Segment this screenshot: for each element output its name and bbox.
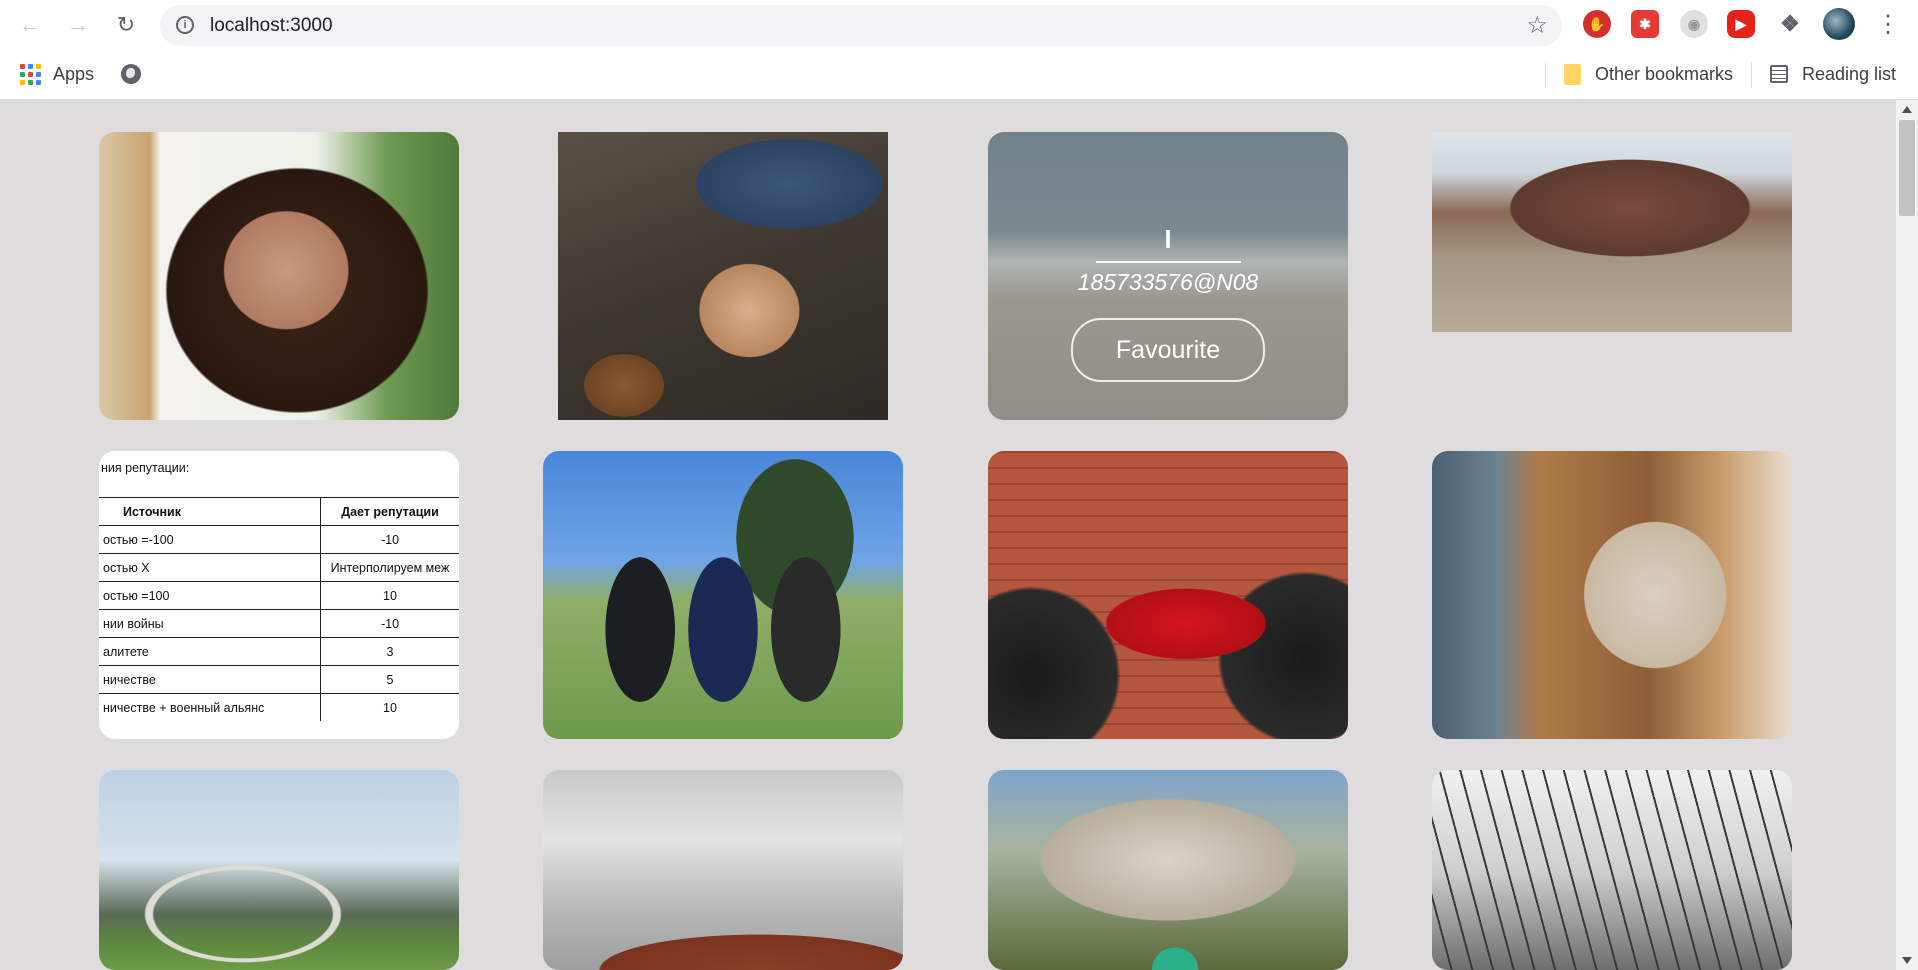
bookmarks-divider [1545,62,1546,88]
arrow-left-icon: ← [19,12,41,37]
scroll-down-icon[interactable] [1902,957,1912,964]
table-cell: 3 [320,637,459,666]
page-scrollbar[interactable] [1896,100,1918,970]
table-cell: ничестве [99,665,321,694]
title-divider [1095,261,1241,263]
reading-list[interactable]: Reading list [1770,61,1896,87]
bookmarks-bar: Apps Other bookmarks Reading list [0,50,1918,100]
browser-toolbar: ← → ↻ i localhost:3000 ☆ ✋ ✱ ◉ ▶ ❖ ⋮ [0,0,1918,50]
reload-icon: ↻ [116,12,136,37]
photo-card-cloudy-red-rock[interactable] [543,770,903,970]
apps-label: Apps [53,63,95,84]
photo-card-blossom-tree-child[interactable] [988,770,1348,970]
favourite-button[interactable]: Favourite [1071,318,1265,382]
other-bookmarks[interactable]: Other bookmarks [1564,61,1733,87]
photo-card-reputation-table[interactable]: ния репутации: Источник Дает репутации ос… [99,451,459,739]
apps-bookmark[interactable]: Apps [20,61,94,87]
reading-list-label: Reading list [1802,63,1897,84]
globe-bookmark[interactable] [121,61,141,87]
table-cell: Интерполируем меж [320,553,459,582]
photo-card-golfers[interactable] [543,451,903,739]
reputation-table-image: ния репутации: Источник Дает репутации ос… [99,451,459,721]
photo-card-desert-campsite[interactable] [1432,132,1792,332]
url-text[interactable]: localhost:3000 [210,15,333,37]
photo-gallery: I 185733576@N08 Favourite ния репутации:… [0,100,1896,970]
apps-grid-icon [20,63,41,85]
arrow-right-icon: → [67,12,89,37]
kebab-menu-icon[interactable]: ⋮ [1876,10,1900,40]
table-header: Дает репутации [320,497,459,526]
record-icon[interactable]: ◉ [1680,10,1708,38]
table-cell: 10 [320,693,459,721]
reading-list-icon [1770,65,1788,83]
table-cell: -10 [320,609,459,638]
table-header: Источник [99,497,321,526]
adblock-icon[interactable]: ✋ [1583,10,1611,38]
puzzle-icon[interactable]: ❖ [1776,10,1804,38]
photo-card-child-with-teddy[interactable] [558,132,888,420]
table-cell: алитете [99,637,321,666]
folder-icon [1564,63,1581,85]
info-icon[interactable]: i [176,16,194,34]
profile-avatar[interactable] [1823,8,1855,40]
scroll-up-icon[interactable] [1902,106,1912,113]
photo-card-red-bicycle[interactable] [988,451,1348,739]
table-cell: -10 [320,525,459,554]
back-button[interactable]: ← [14,9,46,41]
table-cell: ничестве + военный альянс [99,693,321,721]
youtube-icon[interactable]: ▶ [1727,10,1755,38]
reload-button[interactable]: ↻ [110,9,142,41]
table-caption: ния репутации: [101,461,190,475]
photo-card-arch-bridge-train[interactable] [99,770,459,970]
address-bar[interactable]: i localhost:3000 ☆ [160,5,1562,46]
photo-card-bw-trees[interactable] [1432,770,1792,970]
forward-button[interactable]: → [62,9,94,41]
scrollbar-thumb[interactable] [1899,120,1915,216]
table-cell: 5 [320,665,459,694]
bookmark-star-icon[interactable]: ☆ [1526,11,1548,40]
table-cell: остью =100 [99,581,321,610]
photo-card-dining-interior[interactable] [1432,451,1792,739]
table-cell: нии войны [99,609,321,638]
other-bookmarks-label: Other bookmarks [1595,63,1734,84]
photo-hover-overlay: I 185733576@N08 Favourite [988,132,1348,420]
table-cell: остью X [99,553,321,582]
photo-card-portrait-woman[interactable] [99,132,459,420]
bookmarks-divider [1751,62,1752,88]
photo-title: I [1164,224,1172,254]
photo-card-beach-legs[interactable]: I 185733576@N08 Favourite [988,132,1348,420]
table-cell: остью =-100 [99,525,321,554]
table-cell: 10 [320,581,459,610]
grid-extension-icon[interactable]: ✱ [1631,10,1659,38]
photo-owner: 185733576@N08 [1077,269,1259,295]
globe-icon [121,64,141,84]
